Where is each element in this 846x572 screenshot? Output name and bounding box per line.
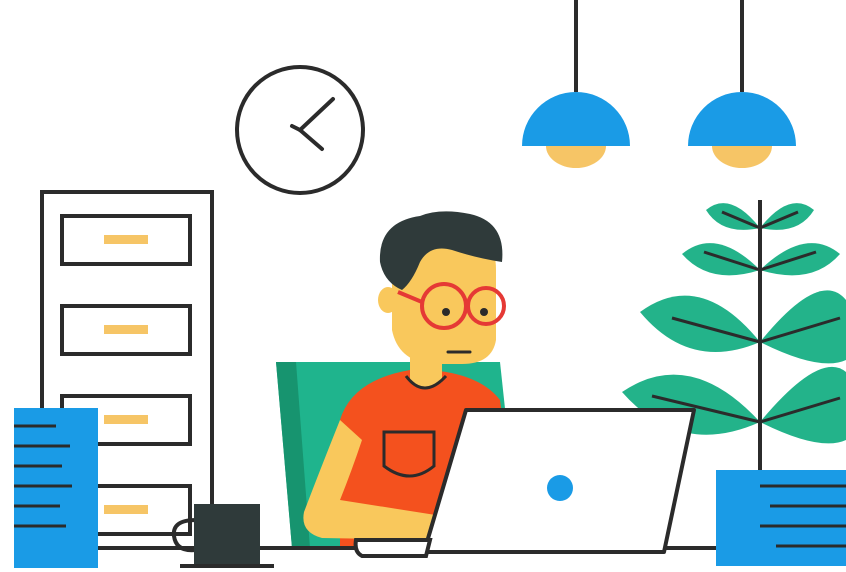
person-ear xyxy=(378,287,398,313)
drawer-handle xyxy=(104,415,148,424)
lamp-shade xyxy=(522,92,630,146)
pendant-lamp-left xyxy=(522,0,630,168)
plant-leaf xyxy=(640,295,760,352)
shirt-pocket xyxy=(382,430,436,478)
lamp-bulb xyxy=(712,146,772,168)
plant-leaf xyxy=(760,290,846,364)
plant-leaf xyxy=(682,243,760,276)
drawer-handle xyxy=(104,235,148,244)
document-stack-right xyxy=(716,470,846,566)
plant-leaf xyxy=(760,243,840,276)
person-eye xyxy=(480,308,488,316)
document xyxy=(14,408,98,568)
person-eye xyxy=(442,308,450,316)
laptop-logo-dot xyxy=(547,475,573,501)
wall-clock xyxy=(235,65,365,195)
cabinet-drawer xyxy=(60,304,192,356)
cabinet-drawer xyxy=(60,214,192,266)
lamp-shade xyxy=(688,92,796,146)
office-illustration xyxy=(14,0,846,568)
drawer-handle xyxy=(104,325,148,334)
plant-leaf xyxy=(760,366,846,444)
drawer-handle xyxy=(104,505,148,514)
pendant-lamp-right xyxy=(688,0,796,168)
laptop-base xyxy=(353,538,433,558)
document xyxy=(716,470,846,566)
mug-body xyxy=(194,504,260,566)
document-stack-left xyxy=(14,408,98,568)
lamp-bulb xyxy=(546,146,606,168)
